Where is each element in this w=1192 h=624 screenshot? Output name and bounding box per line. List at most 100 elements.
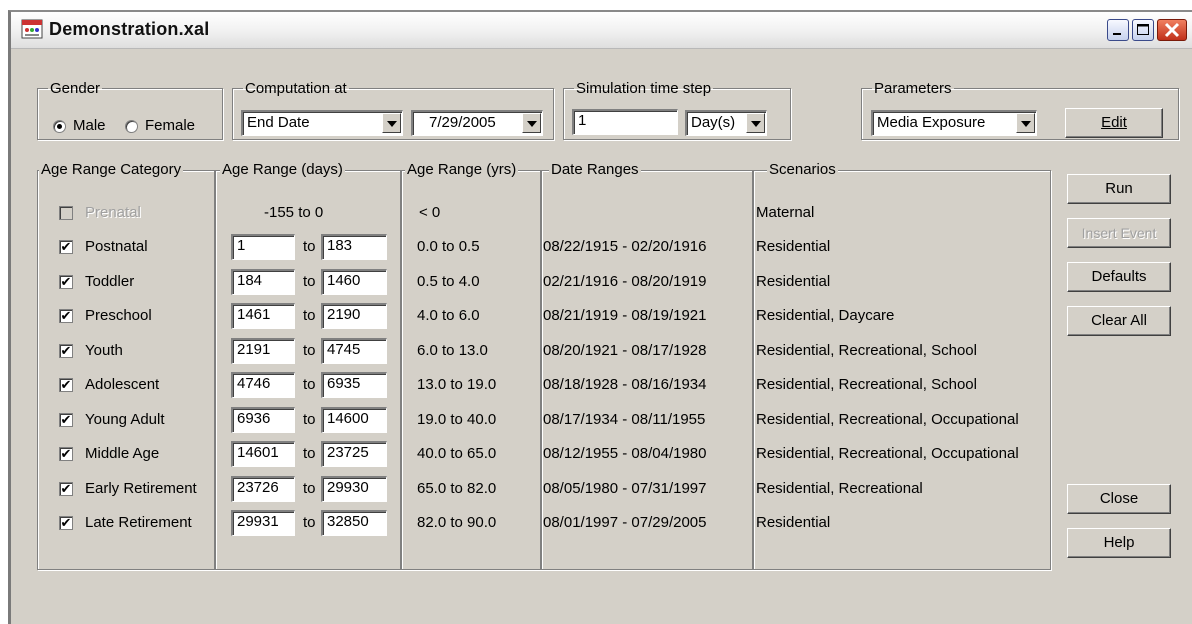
computation-mode-value: End Date bbox=[247, 114, 310, 131]
row-to-label: to bbox=[303, 514, 316, 531]
row-from-days-input[interactable]: 2191 bbox=[231, 338, 295, 364]
row-from-days-input[interactable]: 23726 bbox=[231, 476, 295, 502]
row-from-days-input[interactable]: 1461 bbox=[231, 303, 295, 329]
row-date-range: 08/20/1921 - 08/17/1928 bbox=[543, 342, 707, 359]
row-to-label: to bbox=[303, 273, 316, 290]
row-to-label: to bbox=[303, 238, 316, 255]
female-radio[interactable] bbox=[125, 120, 138, 133]
close-button[interactable]: Close bbox=[1067, 484, 1171, 514]
row-from-days-input[interactable]: 29931 bbox=[231, 510, 295, 536]
category-header: Age Range Category bbox=[39, 161, 184, 178]
edit-label: Edit bbox=[1101, 114, 1127, 131]
edit-button[interactable]: Edit bbox=[1065, 108, 1163, 138]
row-years: 0.5 to 4.0 bbox=[417, 273, 480, 290]
row-category-label[interactable]: Early Retirement bbox=[85, 480, 197, 497]
chevron-down-icon[interactable] bbox=[522, 113, 541, 133]
parameters-value: Media Exposure bbox=[877, 114, 986, 131]
row-date-range: 08/12/1955 - 08/04/1980 bbox=[543, 445, 707, 462]
close-icon bbox=[1164, 22, 1180, 38]
chevron-down-icon[interactable] bbox=[1016, 113, 1035, 133]
parameters-select[interactable]: Media Exposure bbox=[871, 110, 1037, 136]
row-date-range: 02/21/1916 - 08/20/1919 bbox=[543, 273, 707, 290]
row-date-range: 08/05/1980 - 07/31/1997 bbox=[543, 480, 707, 497]
row-scenarios: Residential, Daycare bbox=[756, 307, 895, 324]
row-checkbox[interactable]: ✔ bbox=[59, 309, 73, 323]
title-bar[interactable]: Demonstration.xal bbox=[11, 12, 1192, 49]
row-checkbox[interactable]: ✔ bbox=[59, 447, 73, 461]
prenatal-label: Prenatal bbox=[85, 204, 141, 221]
prenatal-scenarios: Maternal bbox=[756, 204, 815, 221]
row-checkbox[interactable]: ✔ bbox=[59, 378, 73, 392]
clear-all-button[interactable]: Clear All bbox=[1067, 306, 1171, 336]
row-category-label[interactable]: Middle Age bbox=[85, 445, 159, 462]
row-checkbox[interactable]: ✔ bbox=[59, 344, 73, 358]
computation-date-value: 7/29/2005 bbox=[429, 114, 496, 131]
chevron-down-icon[interactable] bbox=[746, 113, 765, 133]
window-title: Demonstration.xal bbox=[49, 19, 210, 39]
row-to-days-input[interactable]: 14600 bbox=[321, 407, 387, 433]
row-checkbox[interactable]: ✔ bbox=[59, 275, 73, 289]
parameters-legend: Parameters bbox=[874, 80, 952, 97]
row-checkbox[interactable]: ✔ bbox=[59, 240, 73, 254]
row-to-label: to bbox=[303, 307, 316, 324]
row-date-range: 08/01/1997 - 07/29/2005 bbox=[543, 514, 707, 531]
maximize-button[interactable] bbox=[1132, 19, 1154, 41]
male-label[interactable]: Male bbox=[73, 117, 106, 134]
row-to-label: to bbox=[303, 445, 316, 462]
run-button[interactable]: Run bbox=[1067, 174, 1171, 204]
female-label[interactable]: Female bbox=[145, 117, 195, 134]
row-to-days-input[interactable]: 1460 bbox=[321, 269, 387, 295]
row-to-days-input[interactable]: 6935 bbox=[321, 372, 387, 398]
help-button[interactable]: Help bbox=[1067, 528, 1171, 558]
minimize-button[interactable] bbox=[1107, 19, 1129, 41]
timestep-unit-value: Day(s) bbox=[691, 114, 736, 131]
scenarios-header: Scenarios bbox=[767, 161, 838, 178]
row-checkbox[interactable]: ✔ bbox=[59, 482, 73, 496]
days-header: Age Range (days) bbox=[220, 161, 345, 178]
row-to-days-input[interactable]: 23725 bbox=[321, 441, 387, 467]
timestep-input[interactable]: 1 bbox=[572, 109, 678, 135]
row-checkbox[interactable]: ✔ bbox=[59, 413, 73, 427]
computation-legend: Computation at bbox=[245, 80, 347, 97]
row-to-label: to bbox=[303, 376, 316, 393]
row-to-days-input[interactable]: 32850 bbox=[321, 510, 387, 536]
row-date-range: 08/22/1915 - 02/20/1916 bbox=[543, 238, 707, 255]
insert-event-button: Insert Event bbox=[1067, 218, 1171, 248]
row-date-range: 08/17/1934 - 08/11/1955 bbox=[543, 411, 706, 428]
row-from-days-input[interactable]: 1 bbox=[231, 234, 295, 260]
row-scenarios: Residential bbox=[756, 238, 831, 255]
row-from-days-input[interactable]: 4746 bbox=[231, 372, 295, 398]
years-header: Age Range (yrs) bbox=[405, 161, 519, 178]
row-to-days-input[interactable]: 29930 bbox=[321, 476, 387, 502]
row-to-label: to bbox=[303, 342, 316, 359]
chevron-down-icon[interactable] bbox=[382, 113, 401, 133]
row-scenarios: Residential, Recreational bbox=[756, 480, 923, 497]
row-to-days-input[interactable]: 4745 bbox=[321, 338, 387, 364]
prenatal-checkbox bbox=[59, 206, 73, 220]
row-category-label[interactable]: Preschool bbox=[85, 307, 152, 324]
row-from-days-input[interactable]: 184 bbox=[231, 269, 295, 295]
timestep-unit-select[interactable]: Day(s) bbox=[685, 110, 767, 136]
row-scenarios: Residential bbox=[756, 514, 831, 531]
row-category-label[interactable]: Postnatal bbox=[85, 238, 148, 255]
computation-date-select[interactable]: 7/29/2005 bbox=[411, 110, 543, 136]
row-category-label[interactable]: Toddler bbox=[85, 273, 134, 290]
row-to-days-input[interactable]: 183 bbox=[321, 234, 387, 260]
dates-header: Date Ranges bbox=[549, 161, 641, 178]
male-radio[interactable] bbox=[53, 120, 66, 133]
defaults-button[interactable]: Defaults bbox=[1067, 262, 1171, 292]
row-years: 6.0 to 13.0 bbox=[417, 342, 488, 359]
computation-mode-select[interactable]: End Date bbox=[241, 110, 403, 136]
gender-legend: Gender bbox=[50, 80, 101, 97]
row-category-label[interactable]: Adolescent bbox=[85, 376, 159, 393]
row-category-label[interactable]: Late Retirement bbox=[85, 514, 192, 531]
app-window: Demonstration.xal Gender Male Female Com… bbox=[8, 10, 1192, 624]
row-from-days-input[interactable]: 14601 bbox=[231, 441, 295, 467]
close-window-button[interactable] bbox=[1157, 19, 1187, 41]
row-from-days-input[interactable]: 6936 bbox=[231, 407, 295, 433]
row-to-days-input[interactable]: 2190 bbox=[321, 303, 387, 329]
prenatal-days: -155 to 0 bbox=[264, 204, 324, 221]
row-category-label[interactable]: Youth bbox=[85, 342, 123, 359]
row-category-label[interactable]: Young Adult bbox=[85, 411, 165, 428]
row-checkbox[interactable]: ✔ bbox=[59, 516, 73, 530]
